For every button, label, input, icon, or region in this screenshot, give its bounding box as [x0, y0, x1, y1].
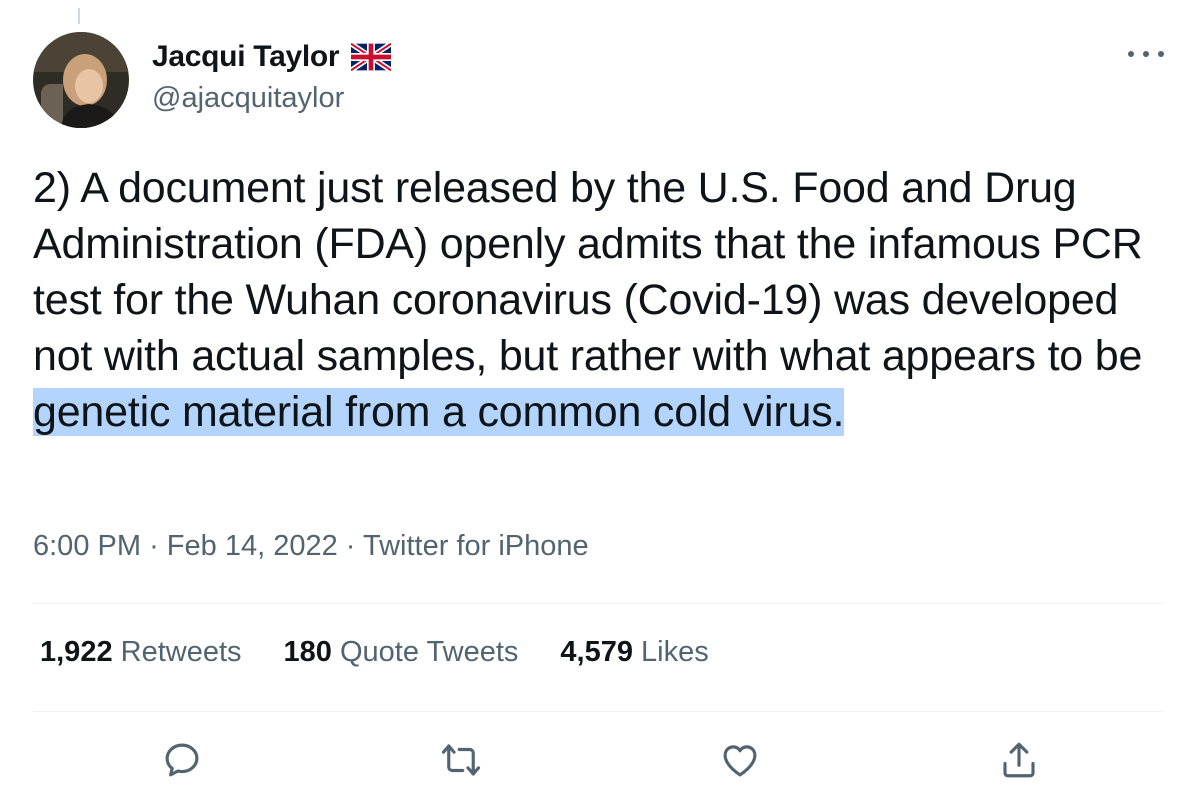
tweet-meta: 6:00 PM · Feb 14, 2022 · Twitter for iPh… [33, 530, 589, 563]
retweets-count: 1,922 [40, 636, 113, 668]
avatar[interactable] [33, 32, 129, 128]
tweet-text: 2) A document just released by the U.S. … [33, 160, 1173, 440]
retweets-stat[interactable]: 1,922 Retweets [40, 636, 242, 669]
quote-tweets-count: 180 [283, 636, 332, 668]
author-name-row[interactable]: Jacqui Taylor [152, 40, 392, 74]
divider [33, 711, 1165, 712]
tweet-actions [0, 735, 1200, 785]
uk-flag-icon [351, 42, 392, 72]
likes-label: Likes [641, 636, 709, 668]
likes-count: 4,579 [560, 636, 633, 668]
quote-tweets-stat[interactable]: 180 Quote Tweets [284, 636, 519, 669]
tweet-date[interactable]: Feb 14, 2022 [167, 530, 338, 562]
author-name[interactable]: Jacqui Taylor [152, 40, 340, 74]
retweet-button[interactable] [436, 735, 486, 785]
tweet-stats: 1,922 Retweets 180 Quote Tweets 4,579 Li… [40, 636, 751, 669]
avatar-image [33, 32, 129, 128]
tweet-text-highlighted: genetic material from a common cold viru… [33, 388, 845, 436]
more-options-icon[interactable] [1128, 40, 1164, 68]
divider [33, 603, 1165, 604]
quote-tweets-label: Quote Tweets [339, 636, 519, 668]
like-button[interactable] [715, 735, 765, 785]
meta-separator: · [345, 530, 356, 562]
dot [1128, 51, 1134, 57]
share-icon [1003, 742, 1035, 778]
likes-stat[interactable]: 4,579 Likes [560, 636, 708, 669]
dot [1158, 51, 1164, 57]
tweet-time[interactable]: 6:00 PM [33, 530, 141, 562]
tweet-text-plain: 2) A document just released by the U.S. … [33, 164, 1143, 380]
dot [1143, 51, 1149, 57]
retweet-icon [441, 744, 481, 776]
author-handle[interactable]: @ajacquitaylor [152, 82, 344, 115]
share-button[interactable] [994, 735, 1044, 785]
tweet-source[interactable]: Twitter for iPhone [363, 530, 589, 562]
retweets-label: Retweets [120, 636, 242, 668]
like-icon [723, 745, 757, 777]
reply-icon [165, 743, 199, 777]
meta-separator: · [149, 530, 159, 562]
thread-connector-line [78, 8, 80, 24]
reply-button[interactable] [157, 735, 207, 785]
